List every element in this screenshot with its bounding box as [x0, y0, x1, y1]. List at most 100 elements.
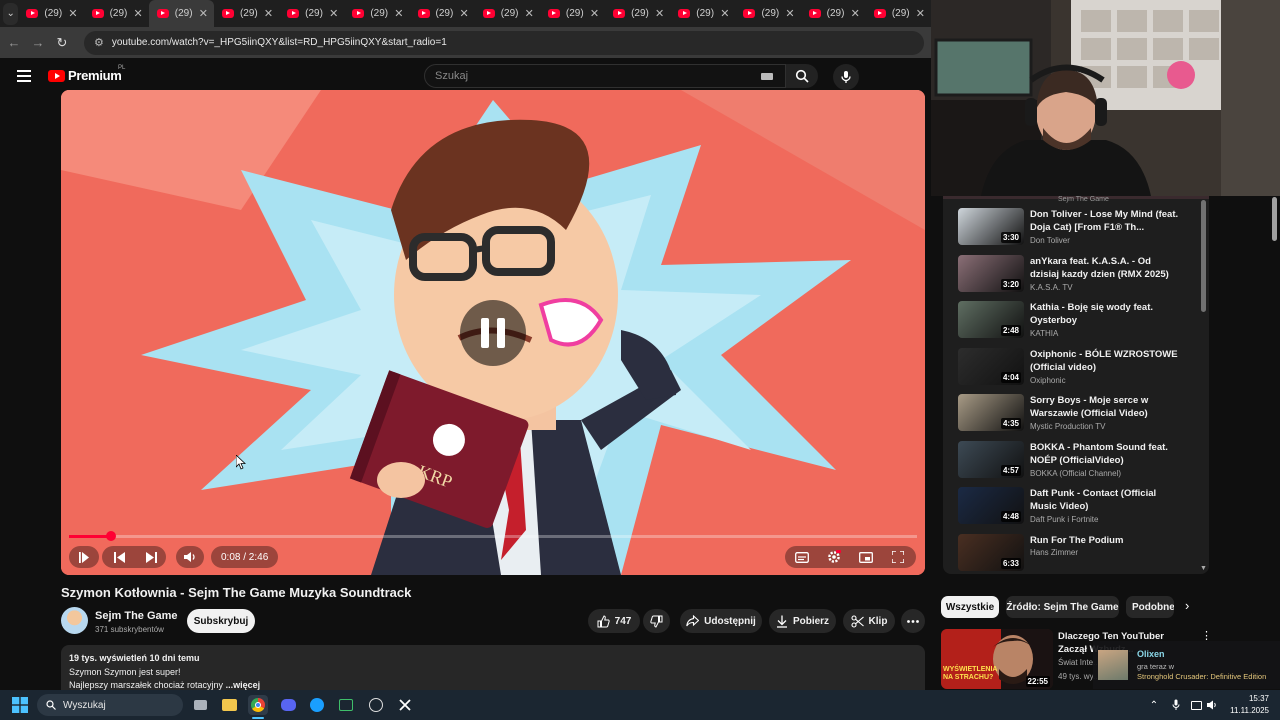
close-tab-icon[interactable]: ✕ [264, 7, 273, 20]
steam-icon[interactable] [307, 695, 327, 715]
play-button[interactable] [69, 546, 99, 568]
page-scrollbar[interactable] [1272, 197, 1277, 241]
browser-tab[interactable]: (29) ✕ [84, 0, 149, 27]
forward-icon[interactable]: → [26, 31, 50, 55]
description-box[interactable]: 19 tys. wyświetleń 10 dni temu Szymon Sz… [61, 645, 925, 690]
site-info-icon[interactable]: ⚙ [94, 36, 104, 49]
dislike-button[interactable] [643, 609, 670, 633]
address-bar[interactable]: ⚙ youtube.com/watch?v=_HPG5iinQXY&list=R… [84, 30, 924, 55]
close-tab-icon[interactable]: ✕ [68, 7, 77, 20]
close-tab-icon[interactable]: ✕ [916, 7, 925, 20]
playlist-item[interactable]: 4:48 Daft Punk - Contact (Official Music … [943, 487, 1201, 533]
close-tab-icon[interactable]: ✕ [655, 7, 664, 20]
playlist-item-duration: 6:33 [1000, 557, 1021, 569]
browser-tab[interactable]: (29) ✕ [279, 0, 344, 27]
keyboard-icon[interactable] [761, 73, 773, 80]
browser-tab[interactable]: (29) ✕ [214, 0, 279, 27]
close-tab-icon[interactable]: ✕ [329, 7, 338, 20]
playlist-item[interactable]: 3:20 anYkara feat. K.A.S.A. - Od dzisiaj … [943, 254, 1201, 301]
playlist-item-title: Run For The Podium [1030, 534, 1124, 546]
browser-tab[interactable]: (29) ✕ [670, 0, 735, 27]
taskbar-search[interactable]: Wyszukaj [37, 694, 183, 716]
miniplayer-button[interactable] [855, 546, 877, 568]
file-explorer-icon[interactable] [219, 695, 239, 715]
playlist-item[interactable]: 2:48 Kathia - Boję się wody feat. Oysterb… [943, 301, 1201, 347]
chip-source[interactable]: Źródło: Sejm The Game [1006, 596, 1119, 618]
channel-name[interactable]: Sejm The Game [95, 610, 178, 622]
obs-icon[interactable] [366, 695, 386, 715]
playlist-item[interactable]: 4:04 Oxiphonic - BÓLE WZROSTOWE (Official… [943, 347, 1201, 394]
previous-button[interactable] [107, 546, 131, 568]
scrollbar-thumb[interactable] [1201, 200, 1206, 312]
tray-mic-icon[interactable] [1166, 695, 1186, 715]
close-tab-icon[interactable]: ✕ [134, 7, 143, 20]
recommended-thumbnail[interactable]: WYŚWIETLENIA NA STRACHU? 22:55 [941, 629, 1053, 689]
browser-tab[interactable]: (29) ✕ [475, 0, 540, 27]
close-tab-icon[interactable]: ✕ [525, 7, 534, 20]
recommended-more-icon[interactable]: ⋮ [1201, 631, 1212, 642]
fullscreen-button[interactable] [887, 546, 909, 568]
youtube-premium-logo[interactable]: Premium PL [48, 65, 125, 83]
browser-tab[interactable]: (29) ✕ [801, 0, 866, 27]
close-tab-icon[interactable]: ✕ [459, 7, 468, 20]
like-button[interactable]: 747 [588, 609, 640, 633]
channel-avatar[interactable] [61, 607, 88, 634]
windows-logo-icon [12, 697, 28, 713]
tray-volume-icon[interactable] [1202, 695, 1222, 715]
search-input[interactable]: Szukaj [424, 64, 786, 88]
tray-overflow-icon[interactable]: ⌃ [1144, 695, 1164, 715]
x-app-icon[interactable] [395, 695, 415, 715]
playlist-item[interactable]: 4:57 BOKKA - Phantom Sound feat. NOÉP (Of… [943, 440, 1201, 487]
chrome-icon[interactable] [248, 695, 268, 715]
close-tab-icon[interactable]: ✕ [720, 7, 729, 20]
settings-button[interactable] [823, 546, 845, 568]
mute-button[interactable] [176, 546, 204, 568]
browser-tab[interactable]: (29) ✕ [18, 0, 83, 27]
start-button[interactable] [10, 695, 30, 715]
browser-tab[interactable]: (29) ✕ [540, 0, 605, 27]
browser-tab[interactable]: (29) ✕ [344, 0, 409, 27]
close-tab-icon[interactable]: ✕ [785, 7, 794, 20]
show-more-link[interactable]: ...więcej [226, 680, 261, 690]
close-tab-icon[interactable]: ✕ [590, 7, 599, 20]
playlist-item[interactable]: 3:30 Don Toliver - Lose My Mind (feat. Do… [943, 208, 1201, 254]
browser-tab[interactable]: (29) ✕ [866, 0, 931, 27]
scroll-down-icon[interactable]: ▼ [1200, 565, 1207, 572]
chips-next-icon[interactable]: › [1185, 598, 1189, 613]
discord-icon[interactable] [278, 695, 298, 715]
video-player[interactable]: KRP 0:08 / 2:46 [61, 90, 925, 575]
back-icon[interactable]: ← [2, 31, 26, 55]
browser-tab[interactable]: (29) ✕ [410, 0, 475, 27]
clip-button[interactable]: Klip [843, 609, 895, 633]
close-tab-icon[interactable]: ✕ [199, 7, 208, 20]
playlist-scrollbar[interactable]: ▼ [1200, 198, 1207, 572]
browser-tab[interactable]: (29) ✕ [148, 0, 214, 27]
menu-icon[interactable] [17, 70, 31, 82]
search-button[interactable] [786, 64, 818, 88]
playlist-item-thumbnail: 2:48 [958, 301, 1024, 338]
download-button[interactable]: Pobierz [769, 609, 836, 633]
browser-tab[interactable]: (29) ✕ [605, 0, 670, 27]
close-tab-icon[interactable]: ✕ [394, 7, 403, 20]
next-button[interactable] [139, 546, 163, 568]
subscribe-button[interactable]: Subskrybuj [187, 609, 255, 633]
reload-icon[interactable]: ↻ [50, 31, 74, 55]
playlist-item[interactable]: 4:35 Sorry Boys - Moje serce w Warszawie … [943, 394, 1201, 440]
chip-related[interactable]: Podobne [1126, 596, 1174, 618]
tab-search-button[interactable]: ⌄ [3, 2, 19, 25]
playlist-item-duration: 4:35 [1000, 418, 1021, 429]
chrome-active-indicator [252, 717, 264, 719]
browser-tab[interactable]: (29) ✕ [735, 0, 800, 27]
excel-icon[interactable] [336, 695, 356, 715]
voice-search-button[interactable] [833, 64, 859, 90]
chip-all[interactable]: Wszystkie [941, 596, 999, 618]
task-view-icon[interactable] [190, 695, 210, 715]
share-button[interactable]: Udostępnij [680, 609, 762, 633]
close-tab-icon[interactable]: ✕ [851, 7, 860, 20]
stream-notification[interactable]: Olixen gra teraz w Stronghold Crusader: … [1093, 641, 1280, 689]
playlist-item[interactable]: 6:33 Run For The Podium Hans Zimmer [943, 533, 1201, 575]
progress-bar[interactable] [69, 531, 917, 541]
subtitles-button[interactable] [791, 546, 813, 568]
pause-overlay-icon[interactable] [460, 300, 526, 366]
more-actions-button[interactable] [901, 609, 925, 633]
